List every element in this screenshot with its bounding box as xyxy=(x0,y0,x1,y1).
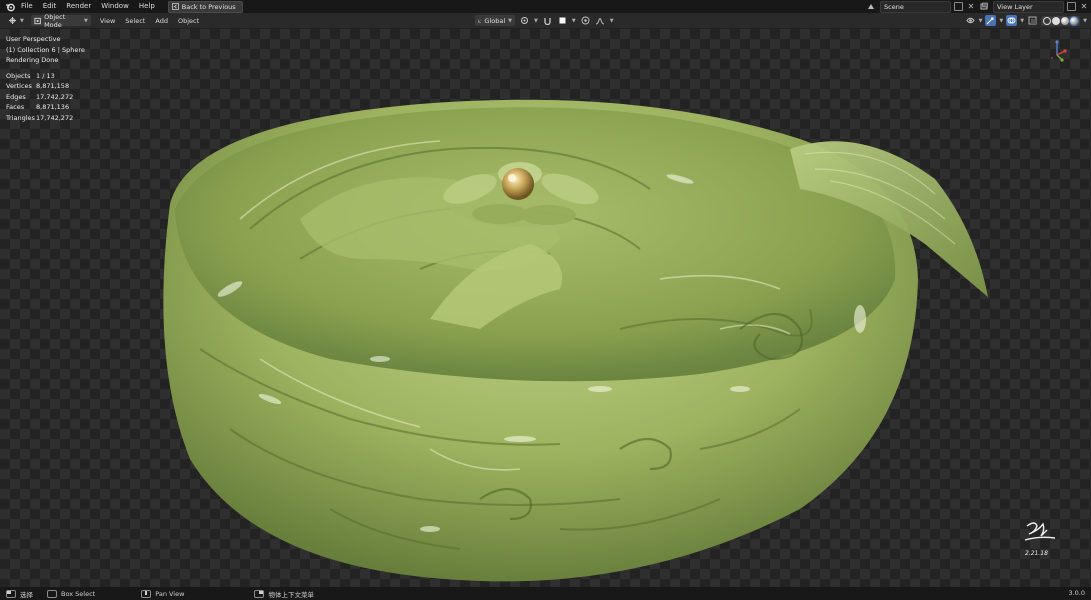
transform-tools: Global ▼ ▼ ▼ ▼ xyxy=(475,15,614,26)
editor-type-button[interactable]: ▼ xyxy=(5,15,27,26)
chevron-down-icon: ▼ xyxy=(20,17,24,24)
header-menu-object[interactable]: Object xyxy=(173,17,204,25)
header-menu-view[interactable]: View xyxy=(95,17,120,25)
menu-render[interactable]: Render xyxy=(61,0,96,13)
back-to-previous-button[interactable]: Back to Previous xyxy=(167,0,243,13)
chevron-down-icon: ▼ xyxy=(609,17,614,24)
menu-help[interactable]: Help xyxy=(134,0,160,13)
back-to-previous-label: Back to Previous xyxy=(181,2,236,11)
show-gizmo-icon[interactable] xyxy=(985,15,997,26)
material-preview-icon[interactable] xyxy=(1061,16,1070,25)
object-mode-dropdown[interactable]: Object Mode ▼ xyxy=(30,12,91,29)
view-perspective-label: User Perspective xyxy=(6,35,61,43)
jade-carving-render xyxy=(163,99,988,582)
menu-file[interactable]: File xyxy=(16,0,38,13)
signature-date: 2.21.18 xyxy=(1025,550,1048,557)
snap-icon[interactable] xyxy=(542,15,553,26)
stat-label: Vertices xyxy=(6,82,32,91)
show-overlays-icon[interactable] xyxy=(1006,15,1018,26)
top-right-area: Scene ✕ View Layer ✕ xyxy=(866,0,1091,13)
status-bar: 选择 Box Select Pan View 物体上下文菜单 3.0.0 xyxy=(0,587,1091,600)
navigation-axis-gizmo[interactable] xyxy=(1049,39,1069,65)
chevron-down-icon: ▼ xyxy=(999,17,1004,24)
chevron-down-icon: ▼ xyxy=(534,17,538,24)
transform-orientation-dropdown[interactable]: Global ▼ xyxy=(475,15,515,26)
orientation-label: Global xyxy=(484,16,506,25)
view-layer-name-label: View Layer xyxy=(997,2,1033,11)
left-mouse-icon xyxy=(6,589,16,598)
wireframe-shading-icon[interactable] xyxy=(1043,16,1052,25)
stat-value: 1 / 13 xyxy=(36,72,55,80)
object-mode-label: Object Mode xyxy=(44,12,66,29)
active-collection-label: (1) Collection 6 | Sphere xyxy=(6,45,85,54)
3d-viewport-icon xyxy=(9,17,16,24)
falloff-icon[interactable] xyxy=(595,15,606,26)
chevron-down-icon: ▼ xyxy=(1083,17,1087,24)
right-mouse-icon xyxy=(254,589,265,598)
stat-label: Faces xyxy=(6,103,25,112)
new-view-layer-icon[interactable] xyxy=(1067,2,1076,11)
viewport-header: ▼ Object Mode ▼ View Select Add Object G… xyxy=(0,13,1091,29)
middle-mouse-icon xyxy=(141,589,152,598)
orientation-icon xyxy=(478,19,481,22)
status-box-select-label: Box Select xyxy=(61,589,96,598)
scene-statistics: Objects 1 / 13 Vertices 8,871,158 Edges … xyxy=(6,71,73,123)
stat-label: Objects xyxy=(6,72,31,80)
chevron-down-icon: ▼ xyxy=(1020,17,1025,24)
snap-target-icon[interactable] xyxy=(557,15,568,26)
menu-window[interactable]: Window xyxy=(96,0,134,13)
stat-label: Edges xyxy=(6,92,26,101)
delete-view-layer-icon[interactable]: ✕ xyxy=(1079,2,1089,12)
viewport-display-tools: ▼ ▼ ▼ ▼ xyxy=(965,15,1087,26)
chevron-down-icon: ▼ xyxy=(84,17,88,24)
solid-shading-icon[interactable] xyxy=(1052,16,1061,25)
header-menu-select[interactable]: Select xyxy=(120,17,150,25)
scene-selector-icon[interactable] xyxy=(866,1,877,12)
blender-version: 3.0.0 xyxy=(1068,589,1085,597)
proportional-editing-icon[interactable] xyxy=(580,15,591,26)
view-layer-selector-icon[interactable] xyxy=(979,1,990,12)
new-scene-icon[interactable] xyxy=(954,2,963,11)
rendered-shading-icon[interactable] xyxy=(1069,15,1080,26)
stat-value: 17,742,272 xyxy=(36,92,74,101)
back-arrow-icon xyxy=(171,3,179,10)
pivot-point-icon[interactable] xyxy=(519,15,530,26)
top-menubar: File Edit Render Window Help Back to Pre… xyxy=(0,0,1091,13)
menu-edit[interactable]: Edit xyxy=(38,0,62,13)
chevron-down-icon: ▼ xyxy=(508,17,512,24)
delete-scene-icon[interactable]: ✕ xyxy=(966,2,976,12)
scene-name-label: Scene xyxy=(884,2,904,11)
box-select-mouse-icon xyxy=(47,589,57,598)
header-menu-add[interactable]: Add xyxy=(150,17,173,25)
visibility-selectability-icon[interactable] xyxy=(965,15,976,26)
shading-mode-group xyxy=(1041,15,1081,26)
object-mode-icon xyxy=(34,17,41,24)
3d-viewport[interactable]: User Perspective (1) Collection 6 | Sphe… xyxy=(0,29,1091,587)
chevron-down-icon: ▼ xyxy=(978,17,983,24)
stat-value: 8,871,158 xyxy=(36,82,70,91)
stat-value: 8,871,136 xyxy=(36,103,70,112)
status-pan-view-label: Pan View xyxy=(155,589,185,598)
render-status-label: Rendering Done xyxy=(6,56,59,64)
viewport-text-info: User Perspective (1) Collection 6 | Sphe… xyxy=(6,34,85,66)
view-layer-name-field[interactable]: View Layer xyxy=(993,0,1064,13)
status-context-menu-label: 物体上下文菜单 xyxy=(268,590,314,599)
scene-name-field[interactable]: Scene xyxy=(880,0,951,13)
stat-label: Triangles xyxy=(6,113,35,122)
chevron-down-icon: ▼ xyxy=(571,17,576,24)
blender-logo-icon[interactable] xyxy=(3,0,16,13)
stat-value: 17,742,272 xyxy=(36,113,74,122)
status-select-label: 选择 xyxy=(20,590,33,599)
artist-signature: 2.21.18 xyxy=(1021,518,1061,557)
toggle-xray-icon[interactable] xyxy=(1027,15,1038,26)
